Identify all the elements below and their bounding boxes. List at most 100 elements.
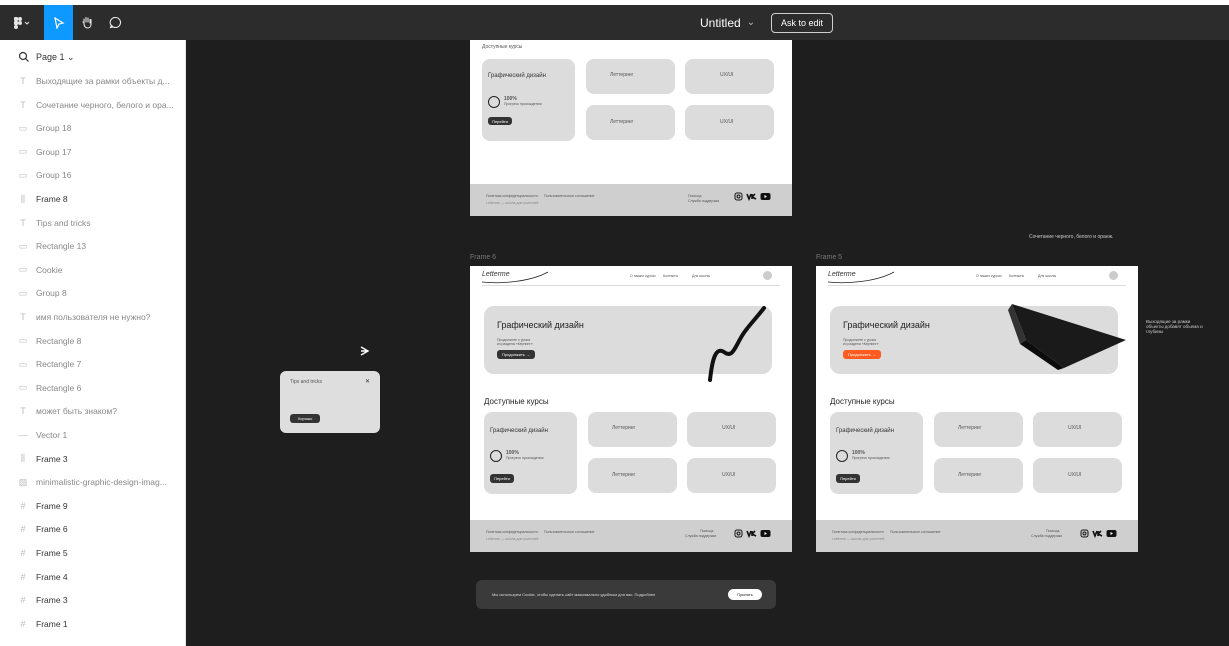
open-course-button[interactable]: Перейти bbox=[490, 474, 514, 483]
layer-label: Frame 3 bbox=[36, 595, 68, 606]
layer-item[interactable]: T Tips and tricks bbox=[18, 216, 90, 230]
layer-type-icon: ▭ bbox=[18, 335, 28, 346]
layer-item[interactable]: ⫼ Frame 3 bbox=[18, 452, 68, 466]
continue-button[interactable]: Продолжить → bbox=[497, 350, 535, 359]
open-course-button[interactable]: Перейти bbox=[836, 474, 860, 483]
footer-help[interactable]: Помощь bbox=[1046, 529, 1060, 533]
nav-link[interactable]: Контакты bbox=[663, 274, 678, 278]
layer-item[interactable]: ⫼ Frame 8 bbox=[18, 192, 68, 206]
course-card-lettering-2[interactable]: Леттеринг bbox=[586, 105, 675, 140]
layer-item[interactable]: ▭ Rectangle 8 bbox=[18, 334, 82, 348]
layer-item[interactable]: ▭ Group 16 bbox=[18, 168, 72, 182]
footer-support[interactable]: Служба поддержки bbox=[685, 534, 716, 538]
nav-link[interactable]: Для школы bbox=[692, 274, 710, 278]
cookie-banner[interactable]: Мы используем Cookie, чтобы сделать сайт… bbox=[476, 580, 776, 609]
card-title: Леттеринг bbox=[612, 472, 636, 478]
layer-type-icon: ▭ bbox=[18, 264, 28, 275]
youtube-icon[interactable] bbox=[760, 529, 771, 538]
course-card-lettering-2[interactable]: Леттеринг bbox=[588, 458, 677, 493]
course-card-lettering[interactable]: Леттеринг bbox=[586, 59, 675, 94]
course-card-uxui[interactable]: UX/UI bbox=[1033, 412, 1122, 447]
avatar[interactable] bbox=[1109, 271, 1118, 280]
nav-link[interactable]: Для школы bbox=[1038, 274, 1056, 278]
course-card-graphic[interactable]: Графический дизайн 100% Прогресс прохожд… bbox=[484, 412, 577, 494]
layer-item[interactable]: # Frame 6 bbox=[18, 522, 67, 536]
layer-item[interactable]: ▭ Group 8 bbox=[18, 286, 67, 300]
layer-type-icon: # bbox=[20, 571, 26, 582]
youtube-icon[interactable] bbox=[760, 192, 771, 201]
layer-item[interactable]: — Vector 1 bbox=[18, 428, 68, 442]
vk-icon[interactable] bbox=[746, 192, 757, 201]
layer-item[interactable]: ▨ minimalistic-graphic-design-imag... bbox=[18, 475, 167, 489]
layer-item[interactable]: T Сочетание черного, белого и ора... bbox=[18, 98, 173, 112]
nav-link[interactable]: О наших курсах bbox=[630, 274, 656, 278]
page-selector[interactable]: Page 1 ⌄ bbox=[18, 50, 75, 64]
footer-link[interactable]: Пользовательское соглашение bbox=[544, 530, 594, 534]
footer-link[interactable]: Пользовательское соглашение bbox=[890, 530, 940, 534]
design-canvas[interactable]: Доступные курсы Графический дизайн 100% … bbox=[186, 40, 1229, 646]
layer-item[interactable]: # Frame 5 bbox=[18, 546, 67, 560]
course-card-graphic[interactable]: Графический дизайн 100% Прогресс прохожд… bbox=[830, 412, 923, 494]
annotation-text[interactable]: Сочетание черного, белого и оранж. bbox=[1029, 234, 1113, 240]
layer-label: Group 8 bbox=[36, 288, 67, 299]
layer-item[interactable]: ▭ Group 17 bbox=[18, 145, 72, 159]
vk-icon[interactable] bbox=[1092, 529, 1103, 538]
course-card-uxui-2[interactable]: UX/UI bbox=[1033, 458, 1122, 493]
course-card-lettering[interactable]: Леттеринг bbox=[934, 412, 1023, 447]
course-card-uxui-2[interactable]: UX/UI bbox=[685, 105, 774, 140]
frame-label[interactable]: Frame 5 bbox=[816, 254, 842, 261]
frame-6[interactable]: Letterme О наших курсах Контакты Для шко… bbox=[470, 266, 792, 552]
frame-label[interactable]: Frame 6 bbox=[470, 254, 496, 261]
frame-5[interactable]: Letterme О наших курсах Контакты Для шко… bbox=[816, 266, 1138, 552]
continue-button[interactable]: Продолжить → bbox=[843, 350, 881, 359]
layer-label: Frame 3 bbox=[36, 453, 68, 464]
footer-support[interactable]: Служба поддержки bbox=[1031, 534, 1062, 538]
course-card-graphic[interactable]: Графический дизайн 100% Прогресс прохожд… bbox=[482, 59, 575, 141]
footer-link[interactable]: Политика конфиденциальности bbox=[486, 530, 538, 534]
layer-item[interactable]: # Frame 9 bbox=[18, 499, 67, 513]
annotation-text[interactable]: Выходящие за рамки объекты добавят объем… bbox=[1146, 319, 1206, 334]
ask-to-edit-button[interactable]: Ask to edit bbox=[771, 13, 833, 33]
nav-link[interactable]: Контакты bbox=[1009, 274, 1024, 278]
course-card-lettering-2[interactable]: Леттеринг bbox=[934, 458, 1023, 493]
search-icon[interactable] bbox=[18, 51, 30, 63]
open-course-button[interactable]: Перейти bbox=[488, 117, 512, 125]
vk-icon[interactable] bbox=[746, 529, 757, 538]
cookie-accept-button[interactable]: Принять bbox=[728, 589, 762, 600]
instagram-icon[interactable] bbox=[1080, 529, 1089, 538]
course-card-uxui-2[interactable]: UX/UI bbox=[687, 458, 776, 493]
layer-label: Rectangle 7 bbox=[36, 359, 82, 370]
course-card-uxui[interactable]: UX/UI bbox=[685, 59, 774, 94]
move-tool-button[interactable] bbox=[44, 5, 73, 40]
figma-app: Untitled ⌄ Ask to edit Page 1 ⌄ T Выходящ… bbox=[0, 0, 1229, 646]
course-card-lettering[interactable]: Леттеринг bbox=[588, 412, 677, 447]
layer-item[interactable]: ▭ Rectangle 13 bbox=[18, 239, 86, 253]
popup-ok-button[interactable]: Хорошо bbox=[290, 414, 320, 423]
layer-item[interactable]: ▭ Rectangle 7 bbox=[18, 357, 82, 371]
layer-item[interactable]: ▭ Group 18 bbox=[18, 121, 72, 135]
footer-help[interactable]: Помощь bbox=[700, 529, 714, 533]
layer-item[interactable]: # Frame 1 bbox=[18, 617, 67, 631]
layer-item[interactable]: Tможет быть знаком? bbox=[18, 404, 117, 418]
nav-link[interactable]: О наших курсах bbox=[976, 274, 1002, 278]
instagram-icon[interactable] bbox=[734, 192, 743, 201]
layer-item[interactable]: ▭ Rectangle 6 bbox=[18, 381, 82, 395]
layer-item[interactable]: Tимя пользователя не нужно? bbox=[18, 310, 150, 324]
youtube-icon[interactable] bbox=[1106, 529, 1117, 538]
comment-tool-button[interactable] bbox=[101, 5, 129, 40]
layer-item[interactable]: ▭ Cookie bbox=[18, 263, 63, 277]
top-frame[interactable]: Доступные курсы Графический дизайн 100% … bbox=[470, 40, 792, 216]
close-icon[interactable]: ✕ bbox=[365, 378, 370, 385]
course-card-uxui[interactable]: UX/UI bbox=[687, 412, 776, 447]
instagram-icon[interactable] bbox=[734, 529, 743, 538]
main-menu-button[interactable] bbox=[0, 5, 44, 40]
layer-type-icon: # bbox=[20, 524, 26, 535]
file-title-button[interactable]: Untitled ⌄ bbox=[700, 5, 755, 40]
avatar[interactable] bbox=[763, 271, 772, 280]
layer-item[interactable]: # Frame 4 bbox=[18, 570, 67, 584]
layer-item[interactable]: T Выходящие за рамки объекты д... bbox=[18, 74, 169, 88]
layer-item[interactable]: # Frame 3 bbox=[18, 593, 68, 607]
tips-popup[interactable]: Tips and tricks ✕ Хорошо bbox=[280, 371, 380, 433]
footer-link[interactable]: Политика конфиденциальности bbox=[832, 530, 884, 534]
hand-tool-button[interactable] bbox=[73, 5, 101, 40]
